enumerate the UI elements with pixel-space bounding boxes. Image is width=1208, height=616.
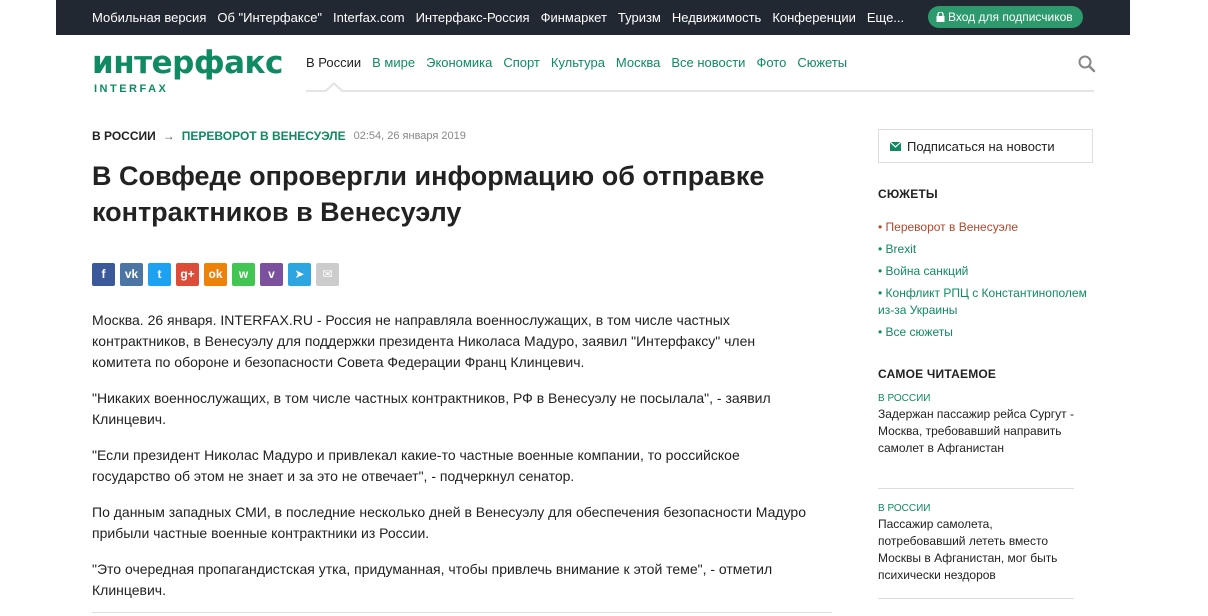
telegram-icon[interactable]: ➤ [288, 263, 311, 286]
nav-item-sport[interactable]: Спорт [503, 55, 540, 70]
most-read-section: В РОССИИ [878, 503, 931, 514]
story-link-brexit[interactable]: • Brexit [878, 241, 1098, 258]
nav-item-moscow[interactable]: Москва [616, 55, 660, 70]
breadcrumb: В РОССИИ → ПЕРЕВОРОТ В ВЕНЕСУЭЛЕ 02:54, … [92, 129, 466, 143]
logo-wordmark: интерфакс [92, 45, 283, 81]
nav-divider [306, 90, 1094, 92]
whatsapp-icon[interactable]: w [232, 263, 255, 286]
breadcrumb-section-link[interactable]: В РОССИИ [92, 129, 156, 143]
viber-icon[interactable]: v [260, 263, 283, 286]
article-body: Москва. 26 января. INTERFAX.RU - Россия … [92, 310, 812, 616]
top-nav-more-link[interactable]: Еще... [867, 10, 904, 25]
breadcrumb-story-link[interactable]: ПЕРЕВОРОТ В ВЕНЕСУЭЛЕ [182, 129, 346, 143]
subscribe-news-label: Подписаться на новости [907, 138, 1055, 154]
article-paragraph: "Никаких военнослужащих, в том числе час… [92, 390, 771, 427]
facebook-icon[interactable]: f [92, 263, 115, 286]
top-nav-tourism-link[interactable]: Туризм [618, 10, 661, 25]
nav-item-all-news[interactable]: Все новости [671, 55, 745, 70]
stories-heading: СЮЖЕТЫ [878, 187, 938, 201]
story-link-all-stories[interactable]: • Все сюжеты [878, 324, 1098, 341]
top-bar: Мобильная версия Об "Интерфаксе" Interfa… [56, 0, 1130, 35]
most-read-title[interactable]: Пассажир самолета, потребовавший лететь … [878, 516, 1074, 584]
mail-icon [890, 141, 901, 151]
top-nav-interfax-com-link[interactable]: Interfax.com [333, 10, 405, 25]
nav-item-russia[interactable]: В России [306, 55, 361, 70]
most-read-section: В РОССИИ [878, 393, 931, 404]
active-nav-pointer-fill [326, 85, 342, 92]
top-nav-conferences-link[interactable]: Конференции [772, 10, 856, 25]
article-divider [92, 612, 832, 613]
odnoklassniki-icon[interactable]: ok [204, 263, 227, 286]
article-paragraph: "Если президент Николас Мадуро и привлек… [92, 447, 740, 484]
site-logo[interactable]: интерфакс INTERFAX [92, 45, 283, 95]
nav-item-world[interactable]: В мире [372, 55, 415, 70]
breadcrumb-arrow-icon: → [162, 129, 175, 143]
article-headline: В Совфеде опровергли информацию об отпра… [92, 161, 765, 227]
email-icon[interactable]: ✉ [316, 263, 339, 286]
most-read-divider [878, 598, 1074, 599]
article-datetime: 02:54, 26 января 2019 [353, 130, 466, 142]
top-nav-about-link[interactable]: Об "Интерфаксе" [217, 10, 322, 25]
top-nav-realty-link[interactable]: Недвижимость [672, 10, 761, 25]
vk-icon[interactable]: vk [120, 263, 143, 286]
most-read-heading: САМОЕ ЧИТАЕМОЕ [878, 367, 997, 381]
twitter-icon[interactable]: t [148, 263, 171, 286]
most-read-item[interactable]: В РОССИИ Пассажир самолета, потребовавши… [878, 502, 1074, 584]
top-nav-mobile-link[interactable]: Мобильная версия [92, 10, 206, 25]
story-link-church-conflict[interactable]: • Конфликт РПЦ с Константинополем из-за … [878, 285, 1088, 319]
story-link-sanctions[interactable]: • Война санкций [878, 263, 1098, 280]
subscriber-login-button[interactable]: Вход для подписчиков [928, 6, 1083, 28]
nav-item-culture[interactable]: Культура [551, 55, 605, 70]
share-bar: f vk t g+ ok w v ➤ ✉ [92, 263, 344, 286]
most-read-title[interactable]: Задержан пассажир рейса Сургут - Москва,… [878, 406, 1074, 457]
nav-item-stories[interactable]: Сюжеты [797, 55, 847, 70]
article-paragraph: Москва. 26 января. INTERFAX.RU - Россия … [92, 312, 756, 370]
main-nav: В России В мире Экономика Спорт Культура… [306, 55, 858, 70]
nav-item-economy[interactable]: Экономика [426, 55, 492, 70]
nav-item-photo[interactable]: Фото [756, 55, 786, 70]
top-nav-interfax-russia-link[interactable]: Интерфакс-Россия [416, 10, 530, 25]
article-paragraph: "Это очередная пропагандистская утка, пр… [92, 561, 773, 598]
article-paragraph: По данным западных СМИ, в последние неск… [92, 504, 806, 541]
logo-subtitle: INTERFAX [94, 83, 169, 95]
subscriber-login-label: Вход для подписчиков [948, 10, 1073, 24]
most-read-item[interactable]: В РОССИИ Задержан пассажир рейса Сургут … [878, 392, 1074, 457]
search-icon[interactable] [1078, 55, 1096, 73]
most-read-divider [878, 488, 1074, 489]
stories-list: • Переворот в Венесуэле • Brexit • Война… [878, 219, 1098, 346]
top-nav-finmarket-link[interactable]: Финмаркет [541, 10, 607, 25]
lock-icon [936, 12, 945, 22]
subscribe-news-button[interactable]: Подписаться на новости [878, 129, 1093, 163]
google-plus-icon[interactable]: g+ [176, 263, 199, 286]
story-link-venezuela[interactable]: • Переворот в Венесуэле [878, 219, 1098, 236]
top-nav: Мобильная версия Об "Интерфаксе" Interfa… [92, 0, 915, 35]
